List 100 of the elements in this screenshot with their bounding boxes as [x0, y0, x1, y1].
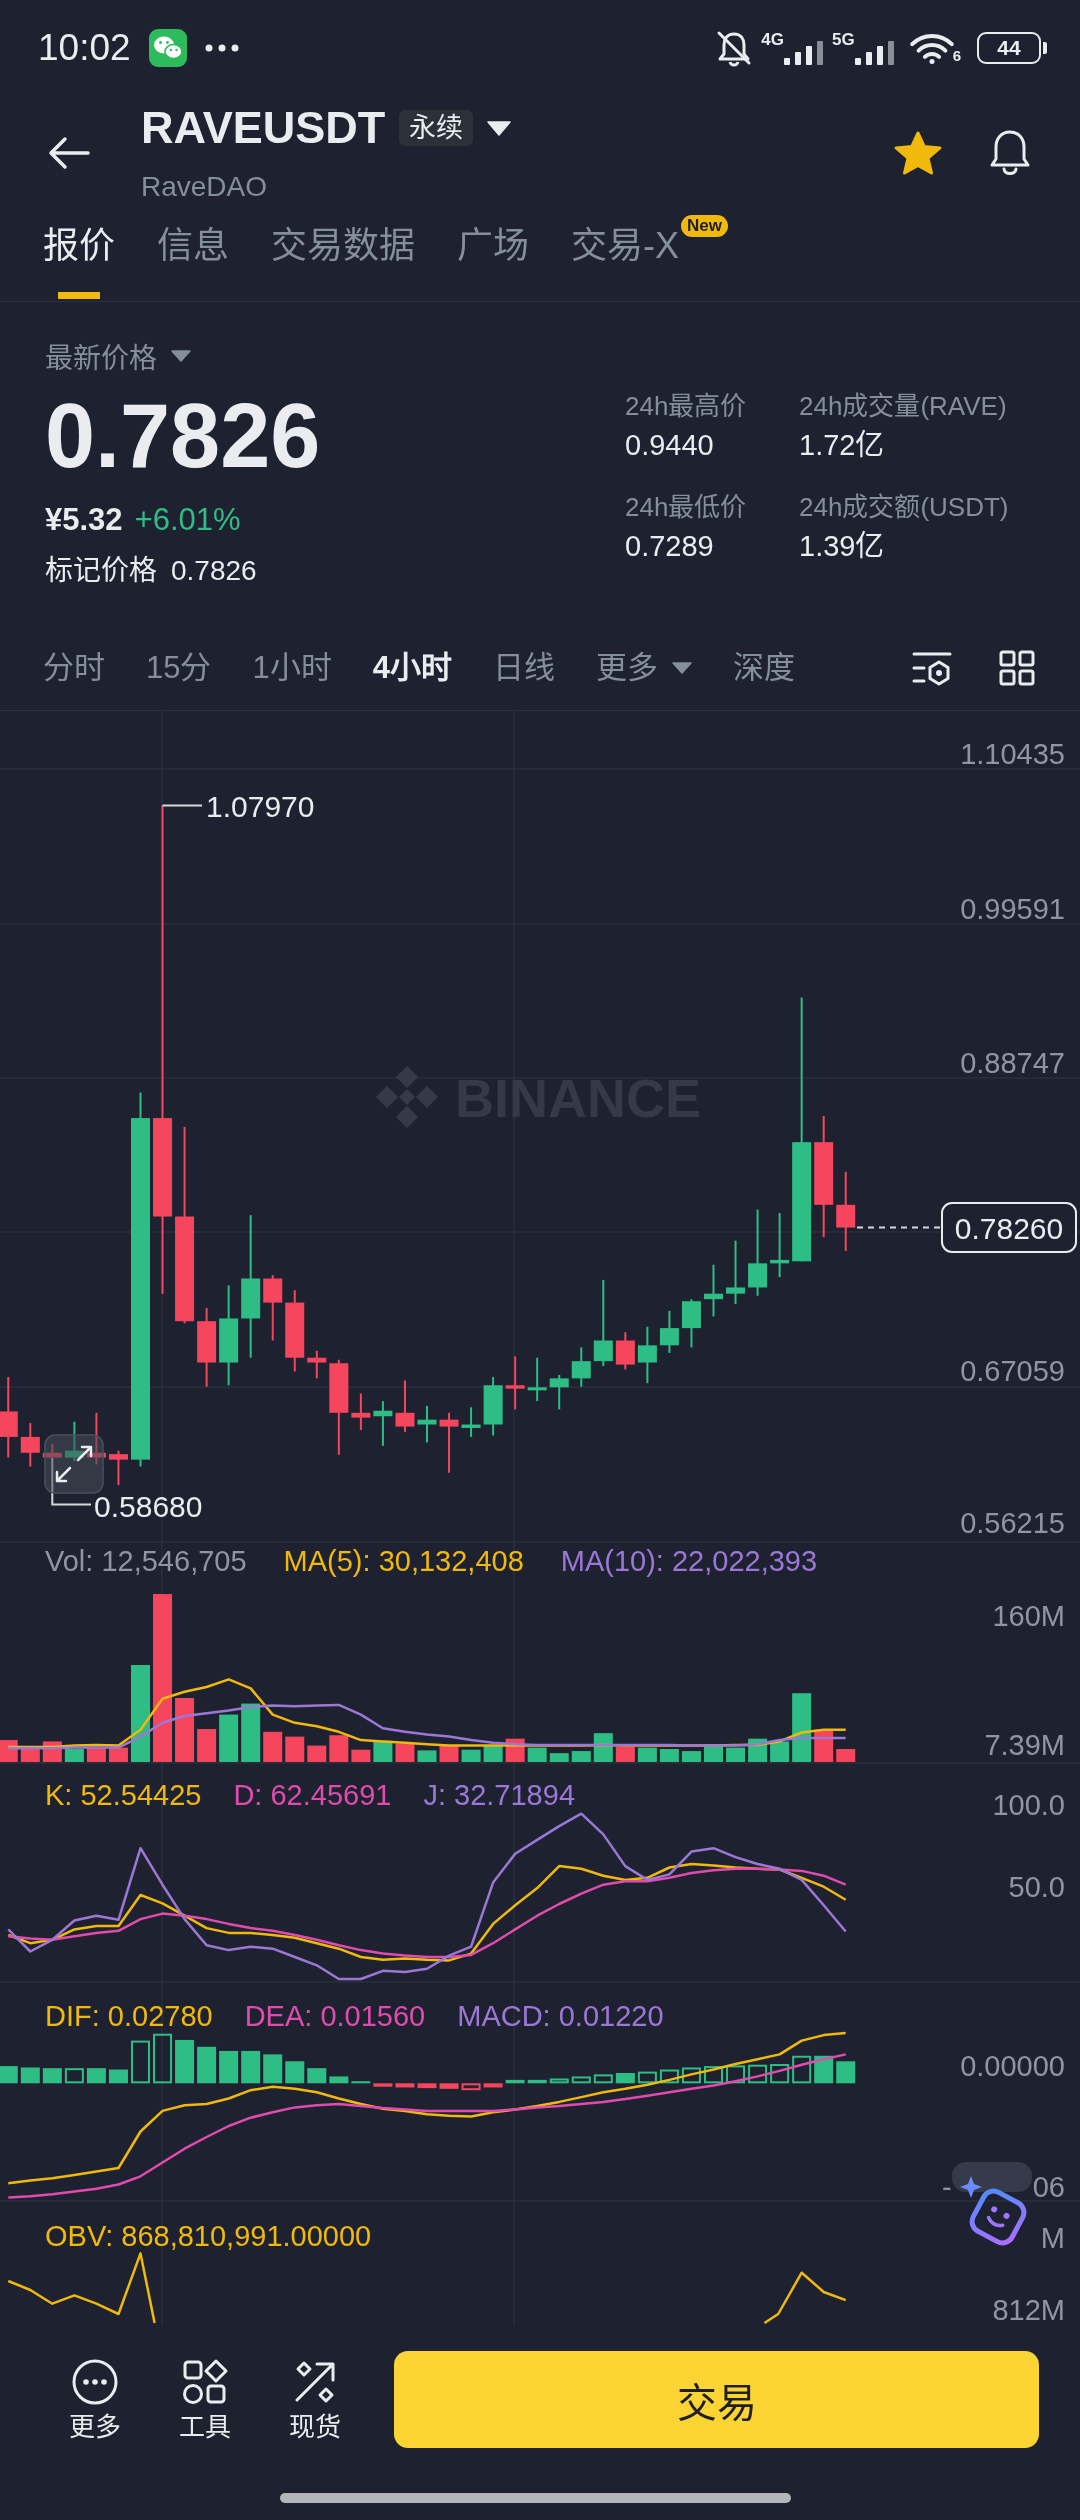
- axis-label: 7.39M: [984, 1729, 1065, 1761]
- legend-label: D: 62.45691: [233, 1778, 392, 1812]
- volume-bar: [175, 1698, 195, 1762]
- axis-label: 0.56215: [960, 1507, 1065, 1539]
- macd-bar: [726, 2065, 746, 2084]
- candle: [505, 1355, 525, 1411]
- signal-icon: [783, 40, 824, 65]
- grid-icon[interactable]: [999, 649, 1035, 686]
- axis-label: 0.88747: [960, 1047, 1065, 1079]
- macd-bar: [131, 2040, 150, 2084]
- back-icon[interactable]: [48, 135, 90, 170]
- macd-bar: [527, 2079, 547, 2084]
- candle: [461, 1406, 481, 1438]
- volume-bar: [659, 1749, 679, 1762]
- candle: [637, 1325, 657, 1385]
- volume-bar: [329, 1735, 349, 1762]
- network-label: 5G: [831, 30, 855, 49]
- candle: [108, 1449, 128, 1487]
- leader-line: [161, 804, 203, 807]
- macd-bar: [86, 2068, 106, 2084]
- symbol-title[interactable]: RAVEUSDT: [141, 100, 386, 156]
- star-icon[interactable]: [894, 130, 942, 175]
- trade-button[interactable]: 交易: [394, 2351, 1039, 2448]
- caret-down-icon[interactable]: [487, 120, 512, 136]
- volume-bar: [770, 1741, 790, 1762]
- macd-bar: [836, 2061, 856, 2084]
- macd-bar: [285, 2061, 305, 2084]
- tab[interactable]: 信息: [157, 210, 229, 301]
- macd-bar: [42, 2068, 62, 2084]
- network-label: 4G: [761, 30, 784, 49]
- stat-label: 24h成交额(USDT): [799, 491, 1009, 524]
- subtitle: RaveDAO: [141, 170, 268, 204]
- volume-bar: [593, 1733, 613, 1762]
- interval-tab[interactable]: 15分: [146, 647, 212, 688]
- candle: [615, 1331, 635, 1371]
- axis-label: 1.10435: [960, 738, 1065, 770]
- signal-icon: [854, 40, 895, 65]
- wifi-label: 6: [952, 47, 961, 64]
- macd-bar: [637, 2071, 657, 2084]
- interval-tab[interactable]: 1小时: [252, 647, 332, 688]
- last-price: 0.7826: [45, 386, 321, 486]
- candle: [527, 1356, 547, 1403]
- legend-label: MA(10): 22,022,393: [560, 1544, 818, 1578]
- macd-bar: [704, 2066, 723, 2084]
- axis-label: 100.0: [992, 1789, 1065, 1821]
- macd-bar: [571, 2076, 591, 2084]
- volume-bar: [726, 1747, 746, 1762]
- interval-tab[interactable]: 4小时: [372, 647, 452, 688]
- macd-bar: [505, 2079, 525, 2084]
- macd-bar: [351, 2081, 371, 2084]
- candle: [439, 1411, 459, 1474]
- caret-down-icon: [672, 661, 692, 674]
- stat-label: 24h最低价: [625, 491, 747, 524]
- tab[interactable]: 广场: [457, 210, 529, 301]
- interval-tab[interactable]: 深度: [733, 647, 795, 688]
- candle: [307, 1349, 327, 1380]
- axis-label: 0.67059: [960, 1355, 1065, 1387]
- low-price-label: 0.58680: [94, 1489, 203, 1523]
- toolbar-button[interactable]: 工具: [155, 2357, 255, 2442]
- legend-label: DEA: 0.01560: [244, 1999, 426, 2033]
- tab[interactable]: 交易数据: [271, 210, 415, 301]
- tab[interactable]: 报价: [43, 210, 115, 301]
- new-badge: New: [681, 215, 728, 237]
- candle: [20, 1422, 40, 1468]
- toolbar-button[interactable]: 更多: [45, 2357, 145, 2442]
- dots-icon: [204, 43, 239, 52]
- volume-bar: [836, 1749, 856, 1762]
- legend-label: J: 32.71894: [423, 1778, 575, 1812]
- status-time: 10:02: [38, 25, 131, 70]
- legend-label: K: 52.54425: [45, 1778, 202, 1812]
- stat-value: 0.9440: [625, 428, 714, 463]
- macd-bar: [461, 2083, 481, 2091]
- interval-tab[interactable]: 分时: [43, 647, 105, 688]
- axis-label: M: [1040, 2222, 1065, 2254]
- volume-bar: [417, 1750, 437, 1762]
- caret-down-icon: [171, 350, 191, 362]
- tab[interactable]: 交易-X: [571, 210, 679, 301]
- interval-tab[interactable]: 日线: [493, 647, 555, 688]
- macd-bar: [0, 2066, 18, 2084]
- macd-bar: [615, 2073, 635, 2084]
- volume-bar: [792, 1693, 812, 1762]
- macd-bar: [659, 2069, 679, 2084]
- toolbar-button[interactable]: 现货: [265, 2357, 365, 2442]
- price-type-dropdown[interactable]: 最新价格: [45, 336, 191, 376]
- legend-label: Vol: 12,546,705: [45, 1544, 247, 1578]
- legend-label: OBV: 868,810,991.00000: [45, 2219, 372, 2253]
- macd-bar: [175, 2039, 195, 2084]
- stat-value: 0.7289: [625, 529, 714, 564]
- candle: [351, 1392, 371, 1432]
- volume-bar: [197, 1729, 217, 1762]
- macd-bar: [197, 2046, 217, 2084]
- last-price-tag: 0.78260: [941, 1202, 1077, 1253]
- macd-bar: [373, 2083, 393, 2087]
- interval-tab[interactable]: 更多: [596, 647, 692, 688]
- volume-bar: [108, 1747, 128, 1762]
- expand-icon[interactable]: [44, 1434, 104, 1494]
- macd-bar: [439, 2083, 459, 2089]
- volume-bar: [219, 1714, 239, 1762]
- mark-price: 0.7826: [171, 554, 257, 588]
- legend-label: MA(5): 30,132,408: [283, 1544, 524, 1578]
